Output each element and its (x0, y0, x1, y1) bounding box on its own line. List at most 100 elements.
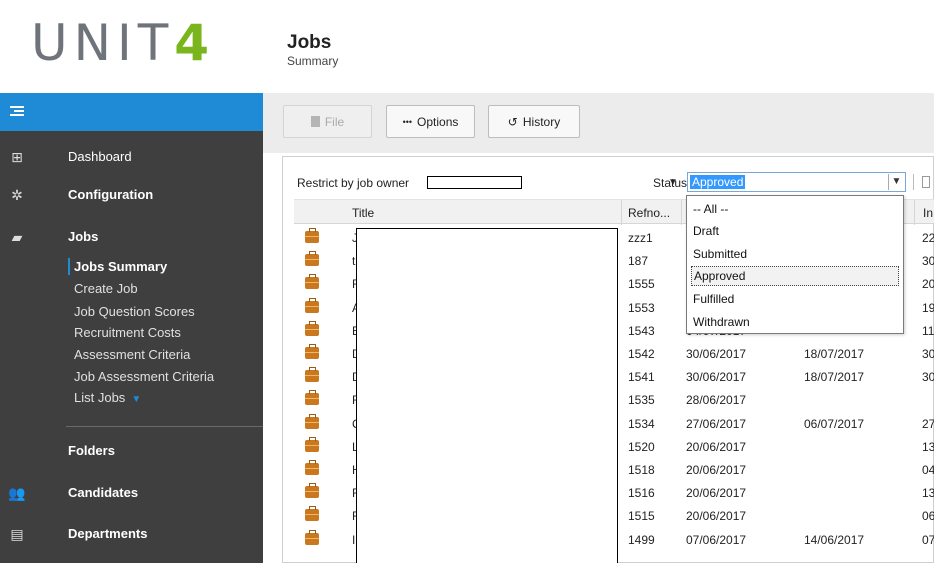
sidebar-subitem-assessment-criteria[interactable]: Assessment Criteria (74, 347, 190, 363)
status-dropdown-list: -- All -- Draft Submitted Approved Fulfi… (686, 195, 904, 334)
cell-refno: 1535 (628, 393, 655, 408)
people-icon: 👥 (8, 485, 26, 501)
briefcase-icon (305, 390, 319, 406)
cell-date: 27/06/2017 (686, 416, 747, 431)
cell-refno: zzz1 (628, 231, 653, 245)
cell-date: 30/06/2017 (686, 347, 747, 361)
sidebar-item-configuration[interactable]: ✲ Configuration (0, 185, 263, 205)
sidebar-subitem-job-assessment-criteria[interactable]: Job Assessment Criteria (74, 369, 214, 385)
column-title[interactable]: Title (352, 206, 374, 220)
owner-input[interactable] (427, 176, 522, 189)
cell-refno: 1518 (628, 463, 655, 477)
briefcase-icon: ▰ (11, 229, 23, 245)
filter-separator (913, 174, 914, 190)
sidebar-item-folders[interactable]: Folders (0, 441, 263, 461)
logo: UNIT4 (31, 14, 216, 72)
cell-refno: 1543 (628, 323, 655, 338)
briefcase-icon (305, 529, 319, 545)
cell-refno: 1520 (628, 439, 655, 454)
cell-date: 18/07/2017 (804, 347, 865, 361)
status-select[interactable]: Approved ▼ (687, 172, 906, 192)
briefcase-icon (305, 436, 319, 452)
file-icon (310, 116, 320, 127)
menu-toggle-icon[interactable] (10, 106, 24, 117)
briefcase-icon (305, 320, 319, 336)
briefcase-icon (305, 344, 319, 359)
sidebar-item-candidates[interactable]: 👥 Candidates (0, 483, 263, 503)
page-subtitle: Summary (287, 54, 339, 68)
cell-refno: 1534 (628, 416, 655, 431)
sidebar-item-jobs[interactable]: ▰ Jobs (0, 227, 263, 247)
cell-date: 20/06/2017 (686, 463, 747, 477)
briefcase-icon (305, 413, 319, 429)
redacted-area (356, 228, 618, 563)
cell-in: 13 (922, 486, 934, 501)
briefcase-icon (305, 460, 319, 475)
building-icon: ▤ (10, 526, 24, 542)
briefcase-icon (305, 274, 319, 290)
status-option-all[interactable]: -- All -- (691, 199, 899, 219)
grid-icon: ⊞ (11, 149, 23, 165)
sidebar-item-departments[interactable]: ▤ Departments (0, 524, 263, 544)
chevron-down-icon: ▼ (131, 394, 142, 405)
cell-in: 30 (922, 370, 934, 385)
cell-in: 30 (922, 254, 934, 269)
cell-refno: 1541 (628, 370, 655, 385)
status-option-fulfilled[interactable]: Fulfilled (691, 289, 899, 309)
status-option-draft[interactable]: Draft (691, 221, 899, 241)
file-button[interactable]: File (283, 105, 372, 138)
options-button[interactable]: ••• Options (386, 105, 475, 138)
status-option-approved[interactable]: Approved (691, 266, 899, 286)
page-title: Jobs (287, 32, 332, 53)
cell-date: 14/06/2017 (804, 532, 865, 547)
cell-in: 07 (922, 532, 934, 547)
status-option-withdrawn[interactable]: Withdrawn (691, 312, 899, 332)
cell-in: 19 (922, 300, 934, 315)
status-dropdown-arrow-icon[interactable]: ▼ (888, 174, 904, 190)
active-indicator (68, 258, 70, 275)
cell-refno: 1542 (628, 347, 655, 361)
cell-date: 20/06/2017 (686, 509, 747, 524)
cell-date: 06/07/2017 (804, 416, 865, 431)
sidebar-item-dashboard[interactable]: ⊞ Dashboard (0, 147, 263, 167)
cell-in: 30 (922, 347, 934, 361)
column-in[interactable]: In (923, 206, 934, 220)
briefcase-icon (305, 506, 319, 522)
sidebar-header (0, 93, 263, 131)
sidebar-subitem-job-question-scores[interactable]: Job Question Scores (74, 304, 195, 320)
sidebar-subitem-list-jobs[interactable]: List Jobs ▼ (74, 390, 141, 408)
cell-in: 11 (922, 323, 934, 338)
cell-in: 04 (922, 463, 934, 477)
cell-refno: 187 (628, 254, 649, 269)
cell-date: 30/06/2017 (686, 370, 747, 385)
cell-refno: 1515 (628, 509, 655, 524)
sidebar-divider (66, 426, 263, 427)
sidebar-subitem-recruitment-costs[interactable]: Recruitment Costs (74, 325, 181, 341)
filter-bar: Restrict by job owner ▼ Status Approved … (290, 171, 934, 195)
logo-area: UNIT4 (0, 0, 263, 93)
briefcase-icon (305, 228, 319, 243)
cell-refno: 1516 (628, 486, 655, 501)
filter-extra-control[interactable] (922, 176, 930, 188)
sidebar-subitem-create-job[interactable]: Create Job (74, 281, 138, 297)
briefcase-icon (305, 251, 319, 267)
cell-date: 20/06/2017 (686, 439, 747, 454)
column-refno[interactable]: Refno... (628, 206, 670, 220)
cell-date: 07/06/2017 (686, 532, 747, 547)
briefcase-icon (305, 483, 319, 499)
sidebar: ⊞ Dashboard ✲ Configuration ▰ Jobs Jobs … (0, 93, 263, 563)
history-icon: ↺ (507, 114, 518, 129)
history-button[interactable]: ↺ History (488, 105, 580, 138)
cell-in: 20 (922, 277, 934, 292)
briefcase-icon (305, 297, 319, 313)
sidebar-subitem-jobs-summary[interactable]: Jobs Summary (74, 259, 167, 275)
cell-in: 06 (922, 509, 934, 524)
cell-date: 28/06/2017 (686, 393, 747, 408)
status-option-submitted[interactable]: Submitted (691, 244, 899, 264)
ellipsis-icon: ••• (402, 116, 413, 127)
cell-refno: 1499 (628, 532, 655, 547)
cell-in: 13 (922, 439, 934, 454)
status-selected-value: Approved (690, 175, 746, 189)
owner-filter-label: Restrict by job owner (297, 176, 410, 190)
cell-in: 22 (922, 231, 934, 245)
